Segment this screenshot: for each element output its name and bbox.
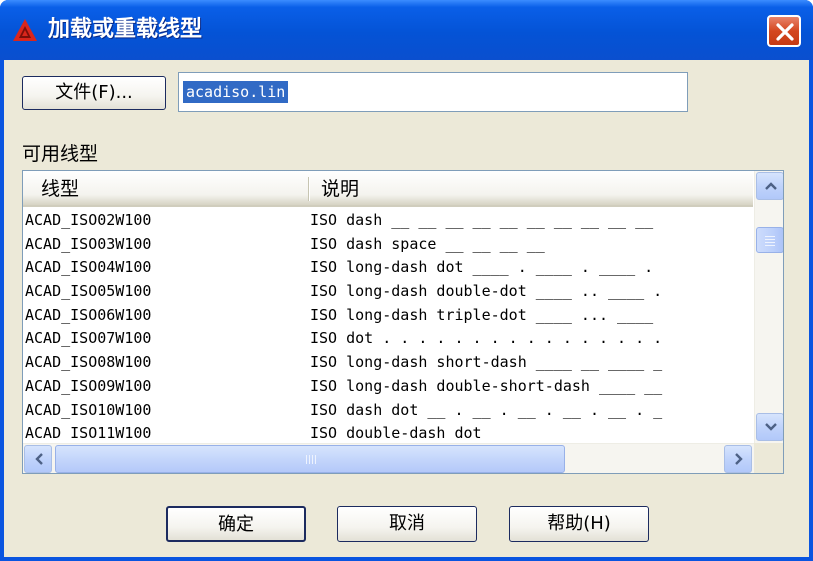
title-bar[interactable]: 加载或重载线型 [0, 0, 813, 60]
grip-line [765, 242, 775, 243]
linetype-description: ISO long-dash dot ____ . ____ . ____ . [310, 258, 654, 277]
list-item[interactable]: ACAD_ISO08W100 ISO long-dash short-dash _… [23, 351, 753, 375]
filename-value: acadiso.lin [183, 81, 289, 103]
column-header-linetype[interactable]: 线型 [41, 171, 79, 207]
linetype-name: ACAD_ISO05W100 [25, 282, 152, 301]
linetype-name: ACAD_ISO03W100 [25, 234, 152, 253]
chevron-left-icon [35, 453, 43, 465]
grip-line [309, 455, 310, 464]
column-header-description[interactable]: 说明 [321, 171, 359, 207]
available-linetypes-label: 可用线型 [22, 143, 99, 165]
dialog-title: 加载或重载线型 [48, 17, 203, 42]
list-item[interactable]: ACAD_ISO02W100 ISO dash __ __ __ __ __ __… [23, 209, 753, 233]
linetype-name: ACAD_ISO09W100 [25, 376, 152, 395]
scroll-left-button[interactable] [24, 445, 52, 473]
vertical-scroll-thumb[interactable] [756, 227, 783, 253]
ok-button[interactable]: 确定 [166, 506, 306, 542]
scrollbar-corner [754, 443, 783, 473]
list-header: 线型 说明 [23, 171, 753, 207]
close-icon [776, 23, 794, 41]
chevron-right-icon [735, 453, 743, 465]
grip-line [312, 455, 313, 464]
close-button[interactable] [767, 15, 801, 47]
linetype-description: ISO long-dash short-dash ____ __ ____ _ [310, 353, 663, 372]
list-item[interactable]: ACAD_ISO04W100 ISO long-dash dot ____ . _… [23, 256, 753, 280]
grip-line [306, 455, 307, 464]
filename-field[interactable]: acadiso.lin [178, 72, 688, 112]
chevron-down-icon [765, 423, 777, 431]
linetype-description: ISO dot . . . . . . . . . . . . . . . . [310, 329, 663, 348]
help-button[interactable]: 帮助(H) [509, 506, 649, 542]
list-rows: ACAD_ISO02W100 ISO dash __ __ __ __ __ __… [23, 209, 753, 439]
linetype-description: ISO dash space __ __ __ __ [310, 234, 545, 253]
list-item[interactable]: ACAD_ISO03W100 ISO dash space __ __ __ __ [23, 233, 753, 257]
linetype-description: ISO double-dash dot [310, 424, 482, 439]
list-item[interactable]: ACAD_ISO11W100 ISO double-dash dot [23, 422, 753, 439]
linetype-name: ACAD_ISO08W100 [25, 353, 152, 372]
linetype-name: ACAD_ISO11W100 [25, 424, 152, 439]
linetype-list[interactable]: 线型 说明 ACAD_ISO02W100 ISO dash __ __ __ __… [22, 170, 784, 474]
grip-line [315, 455, 316, 464]
linetype-description: ISO long-dash triple-dot ____ ... ____ [310, 305, 654, 324]
horizontal-scrollbar[interactable] [23, 443, 754, 473]
linetype-name: ACAD_ISO04W100 [25, 258, 152, 277]
grip-line [765, 239, 775, 240]
dialog-window: 加载或重载线型 文件(F)... acadiso.lin 可用线型 线型 说明 … [0, 0, 813, 561]
scroll-down-button[interactable] [756, 413, 783, 441]
file-button[interactable]: 文件(F)... [22, 76, 166, 110]
list-item[interactable]: ACAD_ISO06W100 ISO long-dash triple-dot _… [23, 304, 753, 328]
grip-line [765, 245, 775, 246]
linetype-name: ACAD_ISO02W100 [25, 211, 152, 229]
linetype-description: ISO dash dot __ . __ . __ . __ . __ . _ [310, 400, 663, 419]
chevron-up-icon [765, 182, 777, 190]
autocad-a-icon [13, 19, 37, 41]
scroll-up-button[interactable] [756, 172, 783, 200]
list-item[interactable]: ACAD_ISO07W100 ISO dot . . . . . . . . . … [23, 327, 753, 351]
list-item[interactable]: ACAD_ISO10W100 ISO dash dot __ . __ . __ … [23, 399, 753, 423]
linetype-description: ISO dash __ __ __ __ __ __ __ __ __ __ [310, 211, 654, 229]
linetype-name: ACAD_ISO07W100 [25, 329, 152, 348]
list-item[interactable]: ACAD_ISO05W100 ISO long-dash double-dot _… [23, 280, 753, 304]
cancel-button[interactable]: 取消 [337, 506, 477, 542]
column-divider[interactable] [308, 177, 310, 201]
linetype-description: ISO long-dash double-short-dash ____ __ [310, 376, 663, 395]
linetype-name: ACAD_ISO10W100 [25, 400, 152, 419]
scroll-right-button[interactable] [724, 445, 752, 473]
vertical-scrollbar[interactable] [754, 171, 783, 443]
grip-line [765, 236, 775, 237]
list-item[interactable]: ACAD_ISO09W100 ISO long-dash double-short… [23, 375, 753, 399]
linetype-description: ISO long-dash double-dot ____ .. ____ . [310, 282, 663, 301]
horizontal-scroll-thumb[interactable] [55, 445, 565, 473]
linetype-name: ACAD_ISO06W100 [25, 305, 152, 324]
dialog-body: 文件(F)... acadiso.lin 可用线型 线型 说明 ACAD_ISO… [4, 60, 809, 557]
